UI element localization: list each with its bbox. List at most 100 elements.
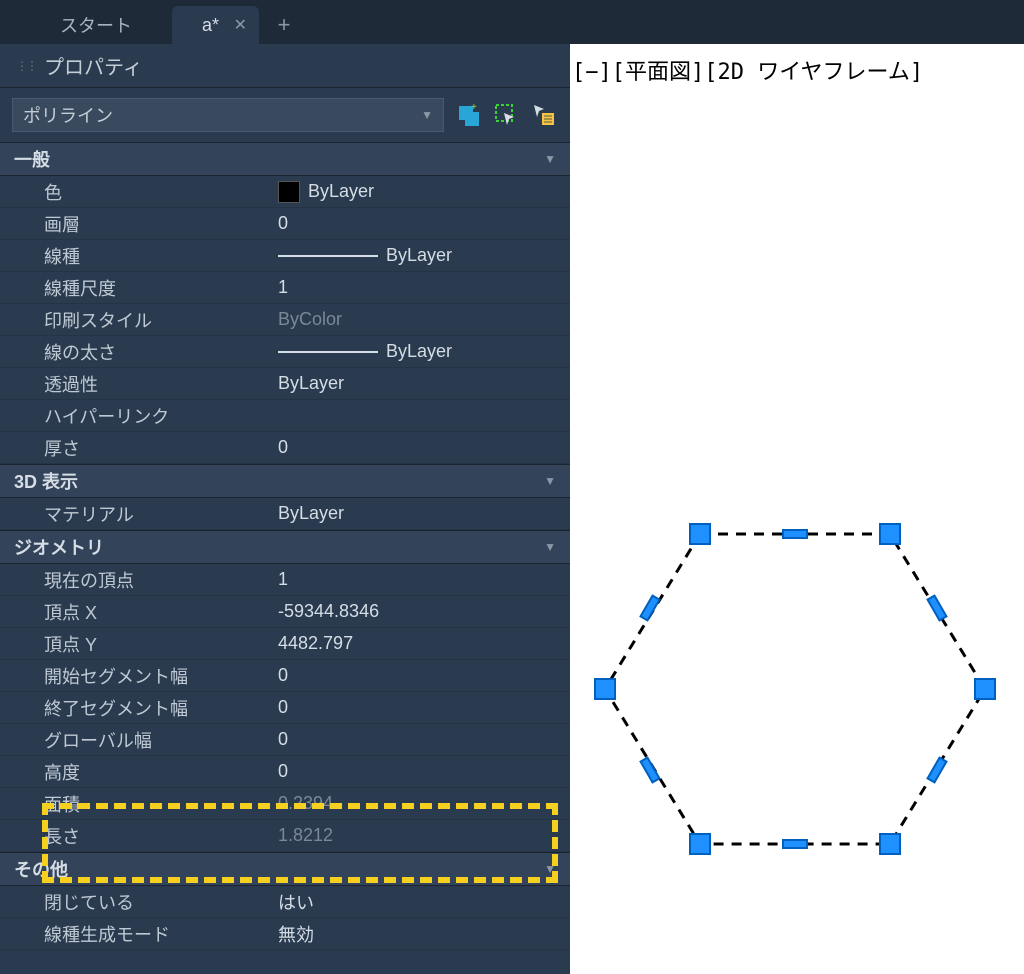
chevron-down-icon: ▼	[544, 152, 556, 166]
prop-material-label: マテリアル	[0, 501, 270, 527]
chevron-down-icon: ▼	[544, 540, 556, 554]
prop-global-width-label: グローバル幅	[0, 727, 270, 753]
prop-ltgen-value: 無効	[270, 921, 570, 947]
color-swatch-icon	[278, 181, 300, 203]
section-other-header[interactable]: その他 ▼	[0, 852, 570, 886]
prop-transparency[interactable]: 透過性 ByLayer	[0, 368, 570, 400]
tab-start[interactable]: スタート	[30, 6, 172, 44]
prop-hyperlink[interactable]: ハイパーリンク	[0, 400, 570, 432]
prop-transparency-label: 透過性	[0, 371, 270, 397]
main-area: ⋮⋮ プロパティ ポリライン ▼ + 一般 ▼	[0, 44, 1024, 974]
prop-linetype[interactable]: 線種 ByLayer	[0, 240, 570, 272]
prop-layer[interactable]: 画層 0	[0, 208, 570, 240]
prop-lineweight[interactable]: 線の太さ ByLayer	[0, 336, 570, 368]
object-type-selector[interactable]: ポリライン ▼	[12, 98, 444, 132]
tab-active[interactable]: a* ✕	[172, 6, 259, 44]
hexagon-drawing[interactable]	[590, 504, 1010, 924]
prop-layer-label: 画層	[0, 211, 270, 237]
prop-linetypescale[interactable]: 線種尺度 1	[0, 272, 570, 304]
prop-color-value: ByLayer	[270, 181, 570, 203]
prop-thickness-label: 厚さ	[0, 435, 270, 461]
prop-linetype-label: 線種	[0, 243, 270, 269]
chevron-down-icon: ▼	[421, 108, 433, 122]
section-3d-title: 3D 表示	[14, 468, 78, 494]
prop-material[interactable]: マテリアル ByLayer	[0, 498, 570, 530]
tab-start-label: スタート	[60, 12, 132, 38]
quick-select-icon[interactable]	[530, 101, 558, 129]
section-general-header[interactable]: 一般 ▼	[0, 142, 570, 176]
prop-transparency-value: ByLayer	[270, 373, 570, 394]
line-sample-icon	[278, 255, 378, 257]
prop-ltgen-label: 線種生成モード	[0, 921, 270, 947]
selector-value: ポリライン	[23, 102, 113, 128]
prop-length-value: 1.8212	[270, 825, 570, 846]
prop-end-seg-width[interactable]: 終了セグメント幅 0	[0, 692, 570, 724]
viewport[interactable]: [−][平面図][2D ワイヤフレーム]	[570, 44, 1024, 974]
prop-plotstyle-label: 印刷スタイル	[0, 307, 270, 333]
prop-global-width[interactable]: グローバル幅 0	[0, 724, 570, 756]
select-objects-icon[interactable]	[492, 101, 520, 129]
svg-text:+: +	[471, 103, 477, 113]
add-tab-button[interactable]: +	[267, 8, 301, 42]
section-geometry-header[interactable]: ジオメトリ ▼	[0, 530, 570, 564]
prop-start-seg-width-label: 開始セグメント幅	[0, 663, 270, 689]
prop-end-seg-width-value: 0	[270, 697, 570, 718]
prop-elevation[interactable]: 高度 0	[0, 756, 570, 788]
prop-area-label: 面積	[0, 791, 270, 817]
prop-layer-value: 0	[270, 213, 570, 234]
section-other-title: その他	[14, 856, 68, 882]
prop-color[interactable]: 色 ByLayer	[0, 176, 570, 208]
prop-linetype-value: ByLayer	[270, 245, 570, 266]
prop-linetypescale-value: 1	[270, 277, 570, 298]
prop-elevation-label: 高度	[0, 759, 270, 785]
chevron-down-icon: ▼	[544, 862, 556, 876]
viewport-label[interactable]: [−][平面図][2D ワイヤフレーム]	[572, 54, 923, 86]
prop-length[interactable]: 長さ 1.8212	[0, 820, 570, 852]
prop-linetypescale-label: 線種尺度	[0, 275, 270, 301]
prop-vertex-x-label: 頂点 X	[0, 599, 270, 625]
tab-active-label: a*	[202, 15, 219, 36]
prop-vertex-x[interactable]: 頂点 X -59344.8346	[0, 596, 570, 628]
prop-thickness[interactable]: 厚さ 0	[0, 432, 570, 464]
prop-ltgen[interactable]: 線種生成モード 無効	[0, 918, 570, 950]
section-general-title: 一般	[14, 146, 50, 172]
prop-area[interactable]: 面積 0.2394	[0, 788, 570, 820]
prop-end-seg-width-label: 終了セグメント幅	[0, 695, 270, 721]
line-sample-icon	[278, 351, 378, 353]
prop-thickness-value: 0	[270, 437, 570, 458]
prop-plotstyle-value: ByColor	[270, 309, 570, 330]
panel-title: ⋮⋮ プロパティ	[0, 44, 570, 88]
tool-icons: +	[454, 101, 558, 129]
prop-color-label: 色	[0, 179, 270, 205]
prop-vertex-x-value: -59344.8346	[270, 601, 570, 622]
prop-current-vertex[interactable]: 現在の頂点 1	[0, 564, 570, 596]
properties-panel: ⋮⋮ プロパティ ポリライン ▼ + 一般 ▼	[0, 44, 570, 974]
panel-title-text: プロパティ	[44, 51, 143, 80]
prop-hyperlink-label: ハイパーリンク	[0, 403, 270, 429]
prop-global-width-value: 0	[270, 729, 570, 750]
section-geometry-title: ジオメトリ	[14, 534, 104, 560]
prop-color-text: ByLayer	[308, 181, 374, 202]
prop-start-seg-width[interactable]: 開始セグメント幅 0	[0, 660, 570, 692]
prop-linetype-text: ByLayer	[386, 245, 452, 266]
prop-current-vertex-label: 現在の頂点	[0, 567, 270, 593]
prop-start-seg-width-value: 0	[270, 665, 570, 686]
prop-current-vertex-value: 1	[270, 569, 570, 590]
prop-closed-label: 閉じている	[0, 889, 270, 915]
prop-lineweight-text: ByLayer	[386, 341, 452, 362]
prop-plotstyle[interactable]: 印刷スタイル ByColor	[0, 304, 570, 336]
prop-vertex-y-label: 頂点 Y	[0, 631, 270, 657]
tab-bar: スタート a* ✕ +	[0, 0, 1024, 44]
close-icon[interactable]: ✕	[234, 15, 247, 35]
prop-closed-value: はい	[270, 889, 570, 915]
prop-length-label: 長さ	[0, 823, 270, 849]
toggle-pickadd-icon[interactable]: +	[454, 101, 482, 129]
prop-vertex-y-value: 4482.797	[270, 633, 570, 654]
prop-lineweight-value: ByLayer	[270, 341, 570, 362]
grip-icon[interactable]: ⋮⋮	[16, 59, 36, 73]
section-3d-header[interactable]: 3D 表示 ▼	[0, 464, 570, 498]
prop-vertex-y[interactable]: 頂点 Y 4482.797	[0, 628, 570, 660]
prop-area-value: 0.2394	[270, 793, 570, 814]
prop-closed[interactable]: 閉じている はい	[0, 886, 570, 918]
prop-elevation-value: 0	[270, 761, 570, 782]
